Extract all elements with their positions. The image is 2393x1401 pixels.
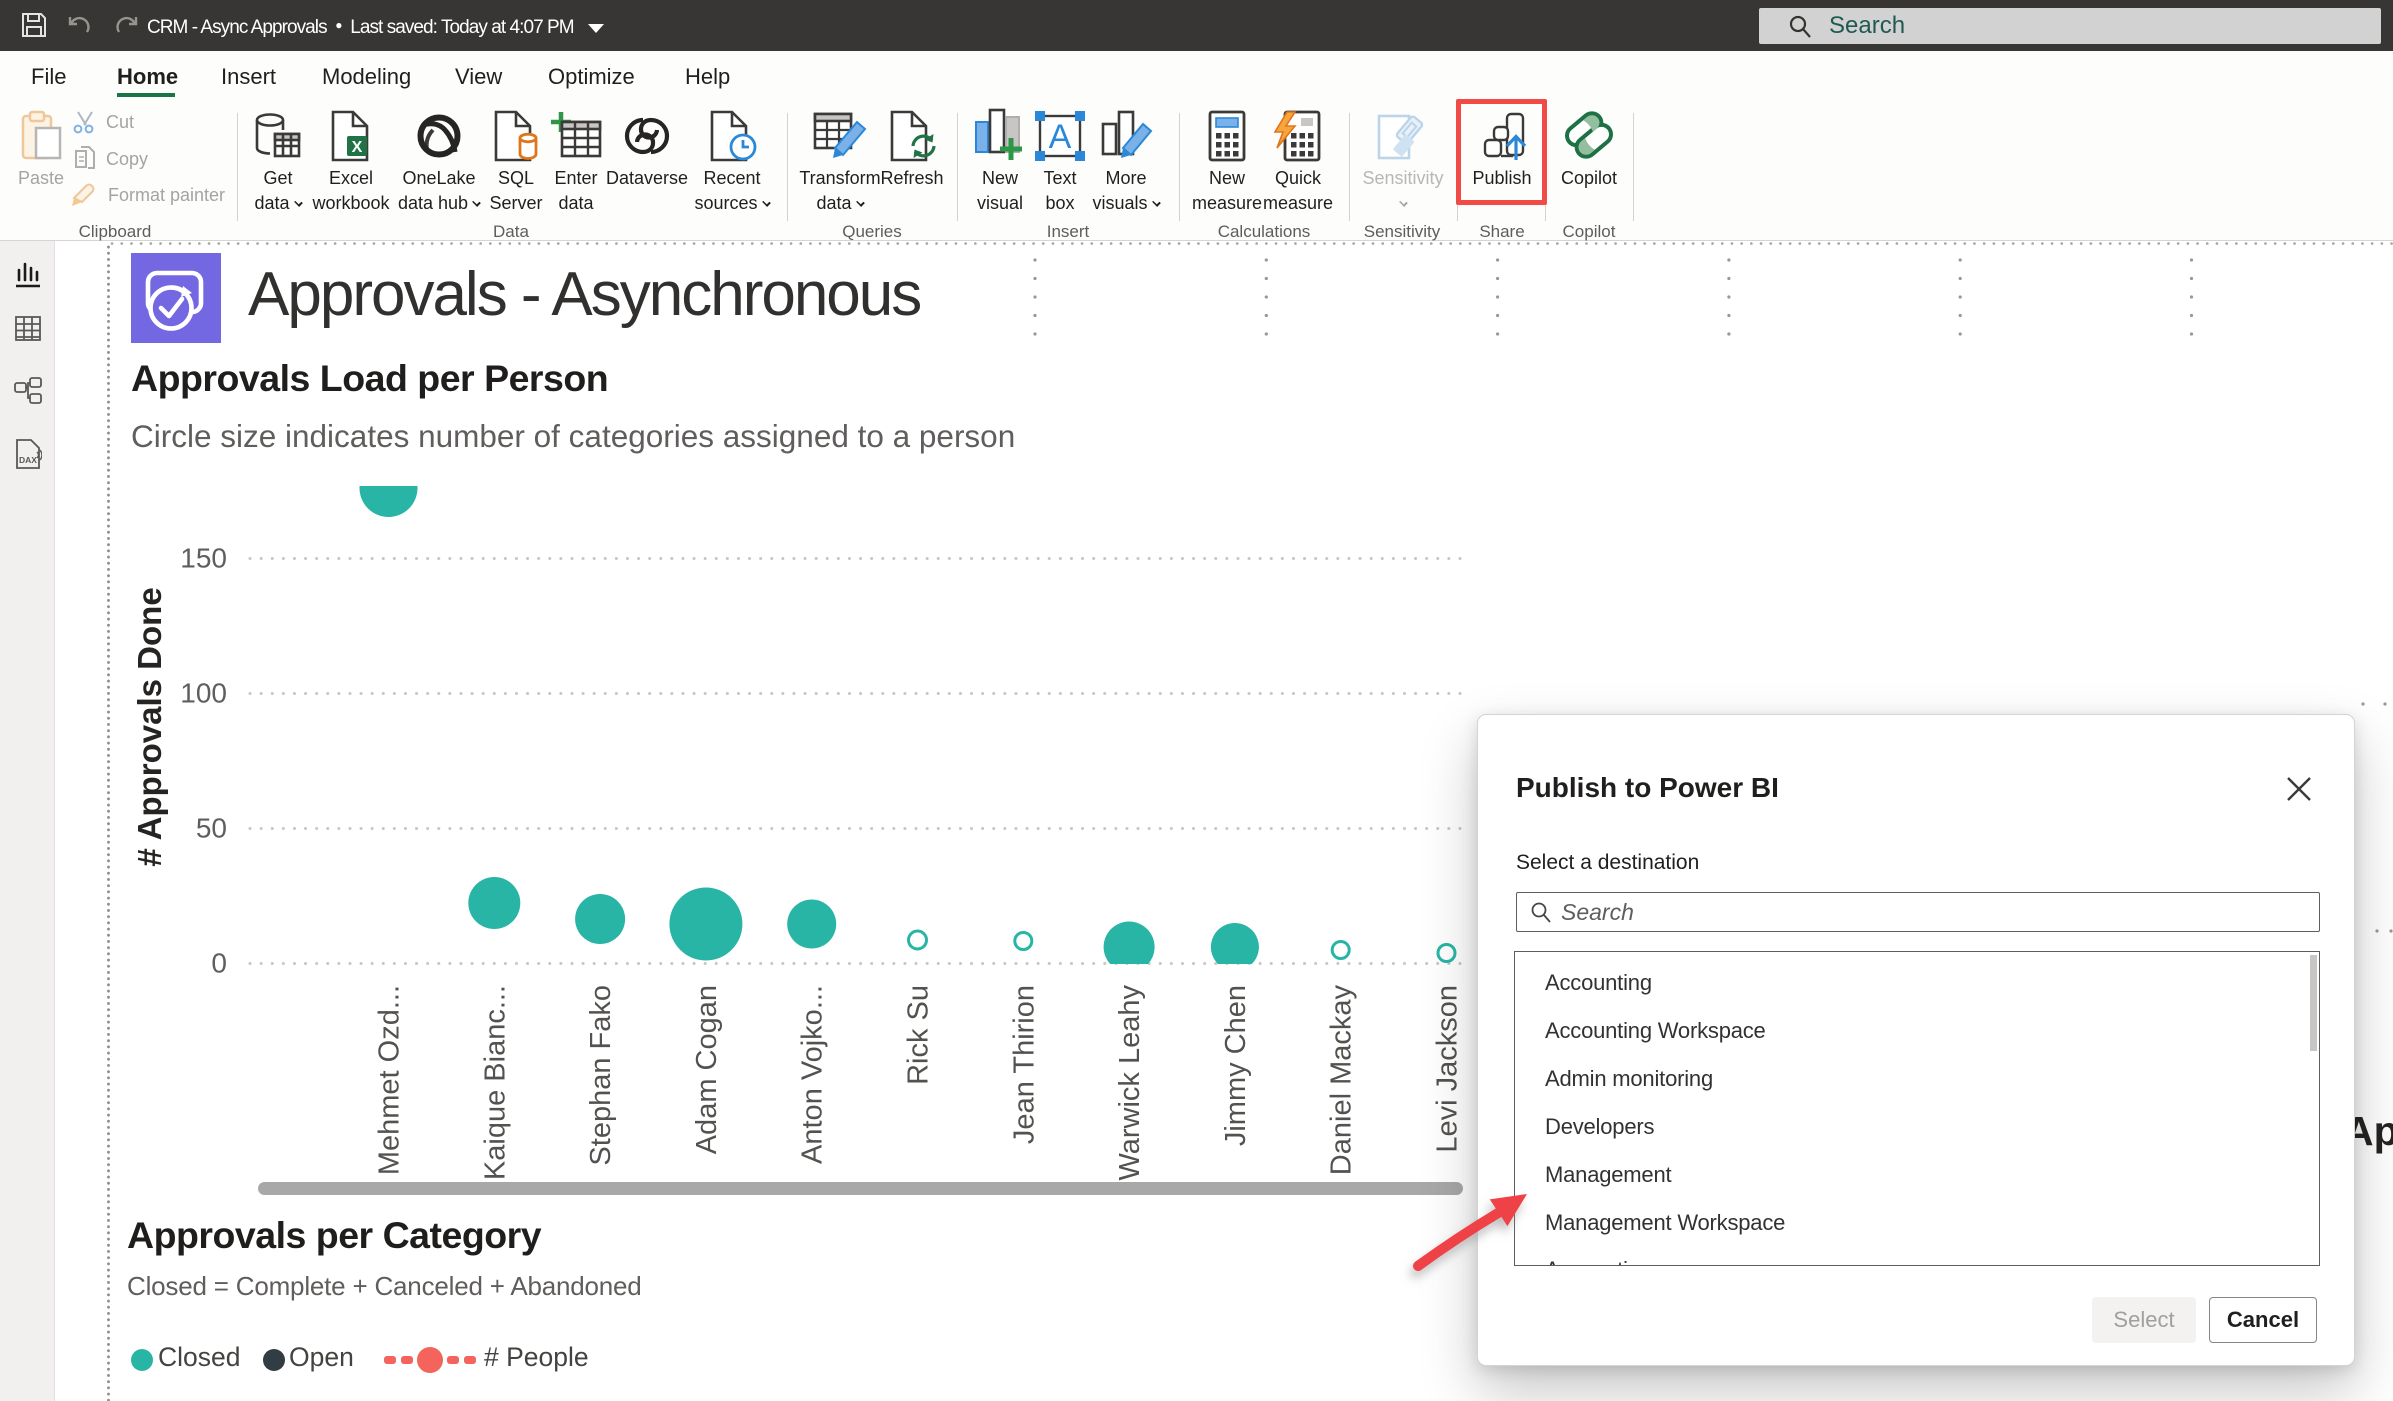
svg-text:Warwick Leahy: Warwick Leahy (1114, 985, 1146, 1181)
svg-text:Levi Jackson: Levi Jackson (1432, 985, 1464, 1153)
svg-text:Jean Thirion: Jean Thirion (1008, 985, 1040, 1144)
svg-text:50: 50 (196, 813, 227, 844)
svg-text:Jimmy Chen: Jimmy Chen (1220, 985, 1252, 1146)
svg-text:Anton Vojko...: Anton Vojko... (797, 985, 829, 1164)
svg-text:Stephan Fako: Stephan Fako (585, 985, 617, 1166)
svg-text:Mehmet Ozd...: Mehmet Ozd... (374, 985, 406, 1175)
svg-text:Kaique Bianc...: Kaique Bianc... (479, 985, 511, 1180)
svg-text:# Approvals Done: # Approvals Done (131, 587, 168, 866)
svg-text:Rick Su: Rick Su (903, 985, 935, 1085)
svg-text:0: 0 (211, 948, 227, 979)
svg-text:100: 100 (180, 678, 227, 709)
svg-text:Adam Cogan: Adam Cogan (691, 985, 723, 1154)
svg-text:150: 150 (180, 543, 227, 574)
svg-text:Daniel Mackay: Daniel Mackay (1326, 985, 1358, 1176)
